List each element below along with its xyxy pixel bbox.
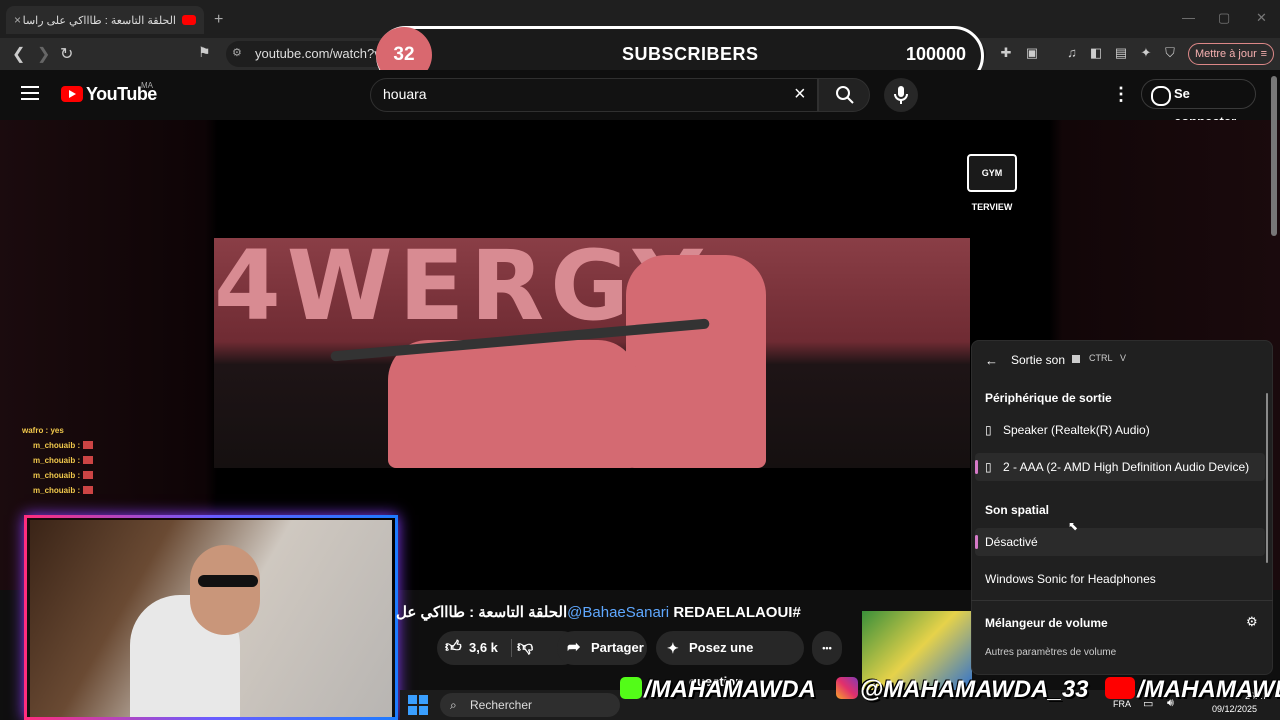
search-button[interactable] (818, 78, 870, 112)
clock-date[interactable]: 09/12/2025 (1212, 704, 1257, 714)
spatial-sound-heading: Son spatial (985, 503, 1050, 517)
menu-icon: ≡ (1260, 48, 1267, 60)
sign-in-button[interactable]: Se connecter (1141, 79, 1256, 129)
minimize-icon[interactable]: — (1182, 10, 1195, 25)
windows-start-icon[interactable] (408, 695, 428, 715)
panel-scrollbar[interactable] (1266, 393, 1268, 563)
vpn-icon[interactable]: ⛉ (1162, 45, 1178, 61)
close-window-icon[interactable]: ✕ (1256, 10, 1267, 26)
kick-handle: /MAHAMAWDA (644, 676, 816, 703)
subscriber-label: SUBSCRIBERS (622, 44, 759, 64)
emote-icon (83, 471, 93, 479)
tab-title: الحلقة التاسعة : طاااكي على راسا (22, 14, 176, 27)
speaker-icon: ▯ (985, 423, 992, 437)
tab-close-icon[interactable]: × (14, 13, 21, 27)
like-count[interactable]: 3,6 k (469, 631, 498, 665)
reload-icon[interactable]: ↻ (60, 44, 73, 64)
selection-indicator (975, 535, 978, 549)
microphone-icon (894, 86, 908, 104)
maximize-icon[interactable]: ▢ (1218, 10, 1230, 26)
leo-ai-icon[interactable]: ✦ (1138, 45, 1154, 61)
video-person-lifting (388, 340, 638, 468)
channel-watermark: GYM TERVIEW (967, 154, 1017, 212)
search-icon (836, 86, 854, 104)
wallet-icon[interactable]: ▤ (1113, 45, 1129, 61)
social-handles-overlay: /MAHAMAWDA @MAHAMAWDA_33 /MAHAMAWDA (620, 676, 1280, 704)
screenshot-icon[interactable]: ▣ (1024, 45, 1040, 61)
title-prefix: الحلقة التاسعة : طاااكي عل (396, 604, 568, 621)
panel-title: Sortie son (1011, 353, 1066, 367)
sparkle-icon: ✦ (667, 640, 679, 656)
youtube-logo-icon[interactable] (61, 86, 83, 102)
extensions-icon[interactable]: ✚ (998, 45, 1014, 61)
clear-search-icon[interactable]: × (794, 83, 806, 106)
chat-message: m_chouaib : (33, 471, 81, 480)
kick-icon (620, 677, 642, 699)
site-settings-icon[interactable]: ⚙ (232, 46, 242, 59)
youtube-handle: /MAHAMAWDA (1137, 676, 1280, 703)
like-icon[interactable]: 👍︎ (445, 631, 462, 665)
emote-icon (83, 456, 93, 464)
taskbar-search[interactable]: ⌕ Rechercher (440, 693, 620, 717)
volume-mixer-heading: Mélangeur de volume (985, 616, 1108, 630)
video-title: الحلقة التاسعة : طاااكي عل@BahaeSanari R… (396, 603, 801, 621)
bookmark-icon[interactable]: ⚑ (198, 44, 211, 61)
divider (971, 600, 1273, 601)
device-label[interactable]: Speaker (Realtek(R) Audio) (1003, 423, 1150, 437)
device-label[interactable]: 2 - AAA (2- AMD High Definition Audio De… (1003, 460, 1249, 474)
update-button[interactable]: Mettre à jour ≡ (1188, 43, 1274, 65)
chat-message: m_chouaib : (33, 486, 81, 495)
spatial-option-label[interactable]: Désactivé (985, 535, 1038, 549)
mouse-cursor-icon: ⬉ (1068, 519, 1079, 533)
webcam-frame (24, 515, 398, 720)
chat-message: m_chouaib : (33, 456, 81, 465)
title-hashtag[interactable]: REDAELALAOUI# (673, 604, 801, 621)
youtube-favicon-icon (182, 15, 196, 25)
mixer-settings-icon[interactable]: ⚙ (1246, 614, 1258, 630)
update-label: Mettre à jour (1195, 48, 1257, 60)
sidebar-icon[interactable]: ◧ (1088, 45, 1104, 61)
region-code: MA (141, 81, 153, 90)
voice-search-button[interactable] (884, 78, 918, 112)
selection-indicator (975, 460, 978, 474)
chat-message: m_chouaib : (33, 441, 81, 450)
share-button[interactable]: ➦ Partager (557, 631, 647, 665)
shortcut-ctrl: CTRL (1089, 353, 1113, 363)
back-icon[interactable]: ❮ (12, 44, 25, 64)
page-scrollbar[interactable] (1271, 76, 1277, 236)
share-label: Partager (591, 640, 644, 655)
browser-tab[interactable]: الحلقة التاسعة : طاااكي على راسا × (6, 6, 204, 34)
video-person-standing (626, 255, 766, 468)
instagram-handle: @MAHAMAWDA_33 (859, 676, 1089, 703)
title-mention-link[interactable]: @BahaeSanari (567, 604, 669, 621)
settings-kebab-icon[interactable]: ⋮ (1112, 84, 1130, 105)
subscriber-target: 100000 (906, 44, 967, 64)
dislike-icon[interactable]: 👎︎ (517, 631, 533, 665)
search-icon: ⌕ (450, 698, 457, 712)
forward-icon[interactable]: ❯ (37, 44, 50, 64)
emote-icon (83, 441, 93, 449)
emote-icon (83, 486, 93, 494)
output-device-heading: Périphérique de sortie (985, 391, 1112, 405)
url-text[interactable]: youtube.com/watch?v= (255, 46, 388, 61)
media-icon[interactable]: ♫ (1064, 45, 1080, 61)
more-volume-settings-link[interactable]: Autres paramètres de volume (985, 647, 1116, 658)
panel-back-icon[interactable]: ← (985, 353, 998, 368)
divider (511, 639, 512, 657)
share-arrow-icon: ➦ (567, 639, 581, 656)
spatial-option-label[interactable]: Windows Sonic for Headphones (985, 572, 1156, 586)
search-input[interactable] (370, 78, 818, 112)
shortcut-key: V (1120, 353, 1127, 363)
new-tab-button[interactable]: + (214, 11, 223, 29)
more-actions-button[interactable]: ••• (812, 631, 842, 665)
speaker-icon: ▯ (985, 460, 992, 474)
instagram-icon (835, 677, 858, 699)
windows-key-icon (1072, 355, 1080, 363)
search-value[interactable]: houara (383, 86, 427, 102)
taskbar-search-label: Rechercher (470, 698, 533, 712)
ask-question-button[interactable]: ✦ Posez une question (656, 631, 804, 689)
youtube-icon (1105, 677, 1136, 699)
guide-menu-icon[interactable] (21, 86, 39, 100)
chat-message: wafro : yes (22, 426, 64, 435)
